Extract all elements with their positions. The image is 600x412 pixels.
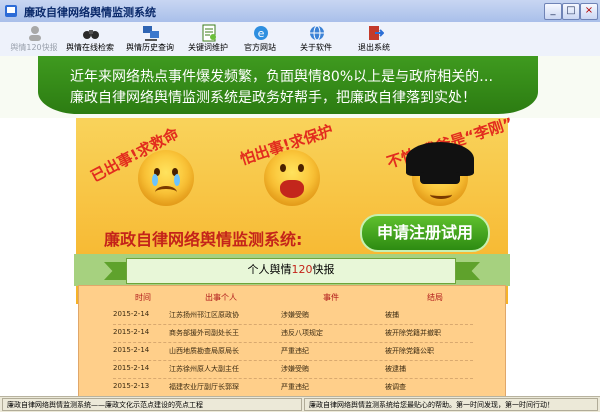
tool-about[interactable]: 关于软件 [286, 24, 346, 54]
tool-label: 官方网站 [244, 43, 276, 52]
tool-label: 退出系统 [358, 43, 390, 52]
window-title: 廉政自律网络舆情监测系统 [24, 6, 156, 19]
user-icon [29, 26, 41, 41]
ie-icon: e [254, 26, 268, 40]
tool-label: 关键词维护 [188, 43, 228, 52]
tool-official-site[interactable]: e 官方网站 [230, 24, 290, 54]
banner-line-1: 近年来网络热点事件爆发频繁，负面舆情80%以上是与政府相关的… [70, 69, 494, 85]
edit-doc-icon [202, 24, 216, 42]
toolbar: 舆情120快报 舆情在线检索 舆情历史查询 关键词维护 e 官方网站 关于软件 … [0, 22, 600, 57]
tool-label: 舆情在线检索 [66, 43, 114, 52]
tool-history[interactable]: 舆情历史查询 [120, 24, 180, 54]
status-left: 廉政自律网络舆情监测系统——廉政文化示范点建设的亮点工程 [2, 398, 302, 411]
minimize-button[interactable]: _ [544, 3, 562, 20]
col-header: 事件 [323, 293, 339, 302]
table-row[interactable]: 2015-2-14 山西地质勘查局原局长 严重违纪 被开除党籍公职 [113, 342, 473, 361]
section-title: 个人舆情120快报 [247, 263, 335, 276]
table-row[interactable]: 2015-2-13 福建农业厅副厅长郭琛 严重违纪 被调查 [113, 378, 473, 396]
svg-text:e: e [258, 27, 265, 40]
maximize-button[interactable]: □ [562, 3, 580, 20]
table-row[interactable]: 2015-2-14 商务部援外司副处长王 违反八项规定 被开除党籍并撤职 [113, 324, 473, 343]
close-button[interactable]: × [580, 3, 598, 20]
crying-face-icon [138, 150, 194, 206]
title-bar: 廉政自律网络舆情监测系统 _ □ × [0, 0, 600, 23]
col-header: 出事个人 [205, 293, 237, 302]
tool-label: 关于软件 [300, 43, 332, 52]
table-row[interactable]: 2015-2-14 江苏徐州原人大副主任 涉嫌受贿 被逮捕 [113, 360, 473, 379]
col-header: 时间 [135, 293, 151, 302]
banner-line-2: 廉政自律网络舆情监测系统是政务好帮手，把廉政自律落到实处！ [70, 90, 476, 106]
tool-exit[interactable]: 退出系统 [344, 24, 404, 54]
sunglasses-face-icon [406, 142, 474, 206]
col-header: 结局 [427, 293, 443, 302]
app-window: 廉政自律网络舆情监测系统 _ □ × 舆情120快报 舆情在线检索 舆情历史查询 [0, 0, 600, 412]
register-trial-button[interactable]: 申请注册试用 [360, 214, 490, 252]
tool-label: 舆情120快报 [10, 43, 58, 52]
globe-icon [310, 25, 324, 41]
status-bar: 廉政自律网络舆情监测系统——廉政文化示范点建设的亮点工程 廉政自律网络舆情监测系… [0, 396, 600, 412]
tool-keywords[interactable]: 关键词维护 [178, 24, 238, 54]
tool-quick-report[interactable]: 舆情120快报 [4, 24, 64, 54]
computers-icon [143, 26, 159, 41]
screaming-face-icon [264, 150, 320, 206]
binoculars-icon [83, 30, 99, 39]
app-icon [5, 5, 17, 17]
exit-icon [369, 26, 384, 40]
main-content: 近年来网络热点事件爆发频繁，负面舆情80%以上是与政府相关的… 廉政自律网络舆情… [0, 56, 600, 396]
header-banner: 近年来网络热点事件爆发频繁，负面舆情80%以上是与政府相关的… 廉政自律网络舆情… [0, 56, 600, 118]
status-right: 廉政自律网络舆情监测系统给您最贴心的帮助。第一时间发现，第一时间行动！ [304, 398, 598, 411]
tool-label: 舆情历史查询 [126, 43, 174, 52]
poster-title: 廉政自律网络舆情监测系统: [104, 230, 303, 249]
tool-online-search[interactable]: 舆情在线检索 [60, 24, 120, 54]
report-table: 时间 出事个人 事件 结局 2015-2-14 江苏扬州邗江区原政协 涉嫌受贿 … [78, 285, 506, 396]
table-row[interactable]: 2015-2-14 江苏扬州邗江区原政协 涉嫌受贿 被捕 [113, 306, 473, 325]
